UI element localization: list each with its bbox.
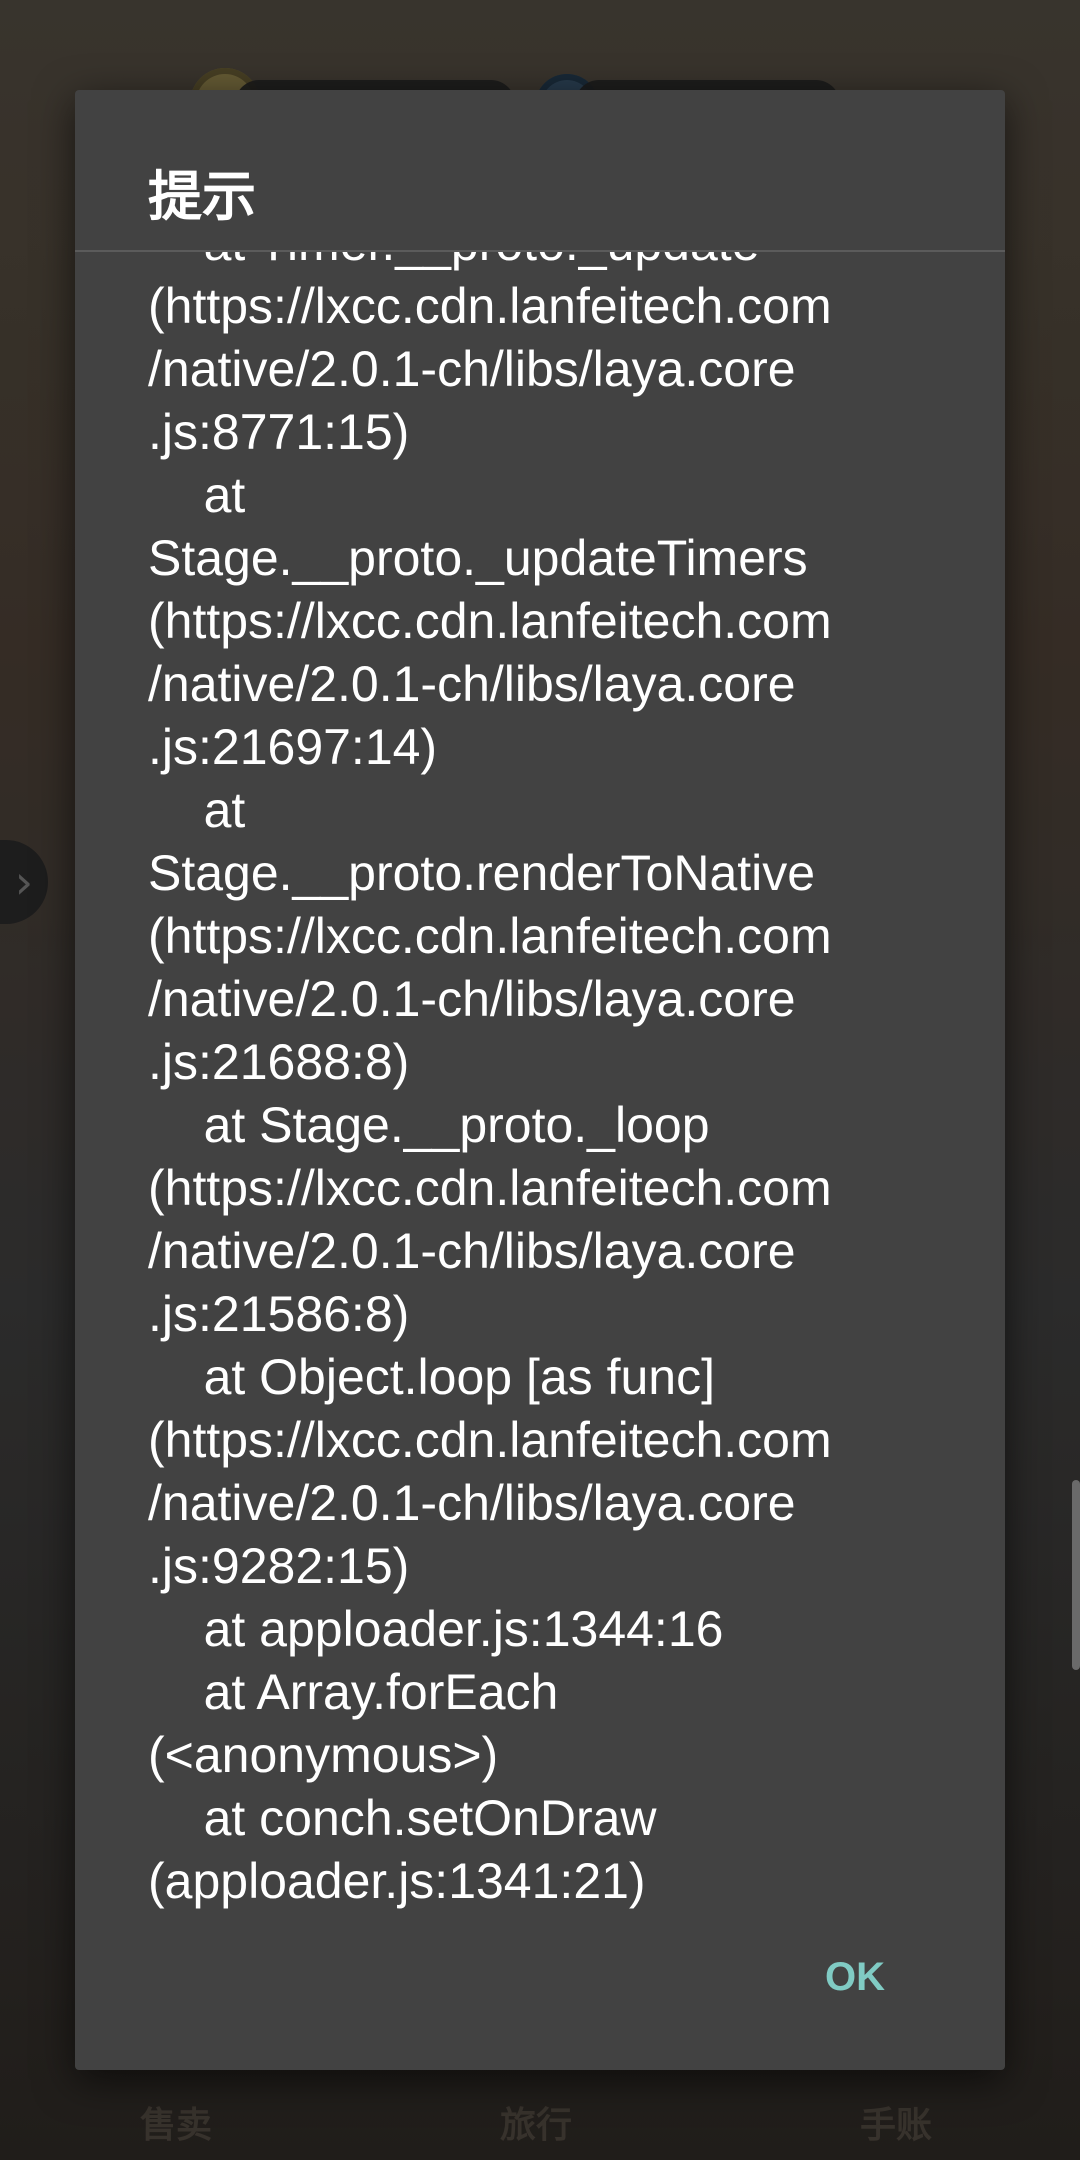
message-line: .js:21586:8) xyxy=(148,1286,410,1342)
message-line: Stage.__proto._updateTimers xyxy=(148,530,808,586)
dialog-title: 提示 xyxy=(148,165,256,228)
message-line: at conch.setOnDraw xyxy=(148,1790,657,1846)
message-line: /native/2.0.1-ch/libs/laya.core xyxy=(148,971,796,1027)
message-line: /native/2.0.1-ch/libs/laya.core xyxy=(148,1475,796,1531)
message-line: (https://lxcc.cdn.lanfeitech.com xyxy=(148,1412,832,1468)
message-line: .js:21688:8) xyxy=(148,1034,410,1090)
message-line: /native/2.0.1-ch/libs/laya.core xyxy=(148,656,796,712)
message-line: /native/2.0.1-ch/libs/laya.core xyxy=(148,1223,796,1279)
message-line: .js:8771:15) xyxy=(148,404,410,460)
message-line: at xyxy=(148,782,246,838)
message-line: at Object.loop [as func] xyxy=(148,1349,715,1405)
message-line: (<anonymous>) xyxy=(148,1727,499,1783)
scrollbar-thumb[interactable] xyxy=(1072,1480,1080,1670)
message-line: (https://lxcc.cdn.lanfeitech.com xyxy=(148,278,832,334)
message-line: at Timer.__proto._update xyxy=(148,252,948,275)
message-line: at apploader.js:1344:16 xyxy=(148,1601,724,1657)
bottom-label-sell: 售卖 xyxy=(140,2105,213,2146)
bottom-label-travel: 旅行 xyxy=(500,2105,573,2146)
message-line: .js:21697:14) xyxy=(148,719,438,775)
dialog-message[interactable]: at Timer.__proto._update (https://lxcc.c… xyxy=(148,252,948,2002)
message-line: at Stage.__proto._loop xyxy=(148,1097,710,1153)
message-line: Stage.__proto.renderToNative xyxy=(148,845,816,901)
message-line: (https://lxcc.cdn.lanfeitech.com xyxy=(148,1160,832,1216)
message-line: (https://lxcc.cdn.lanfeitech.com xyxy=(148,908,832,964)
message-line: /native/2.0.1-ch/libs/laya.core xyxy=(148,341,796,397)
message-line: .js:9282:15) xyxy=(148,1538,410,1594)
alert-dialog: 提示 at Timer.__proto._update (https://lxc… xyxy=(75,90,1005,2070)
message-line: at Array.forEach xyxy=(148,1664,559,1720)
message-line: (apploader.js:1341:21) xyxy=(148,1853,646,1909)
bottom-label-journal: 手账 xyxy=(860,2105,933,2146)
message-line: (https://lxcc.cdn.lanfeitech.com xyxy=(148,593,832,649)
ok-button[interactable]: OK xyxy=(805,1945,905,2010)
side-arrow-icon: › xyxy=(0,840,48,924)
message-line: at xyxy=(148,467,246,523)
